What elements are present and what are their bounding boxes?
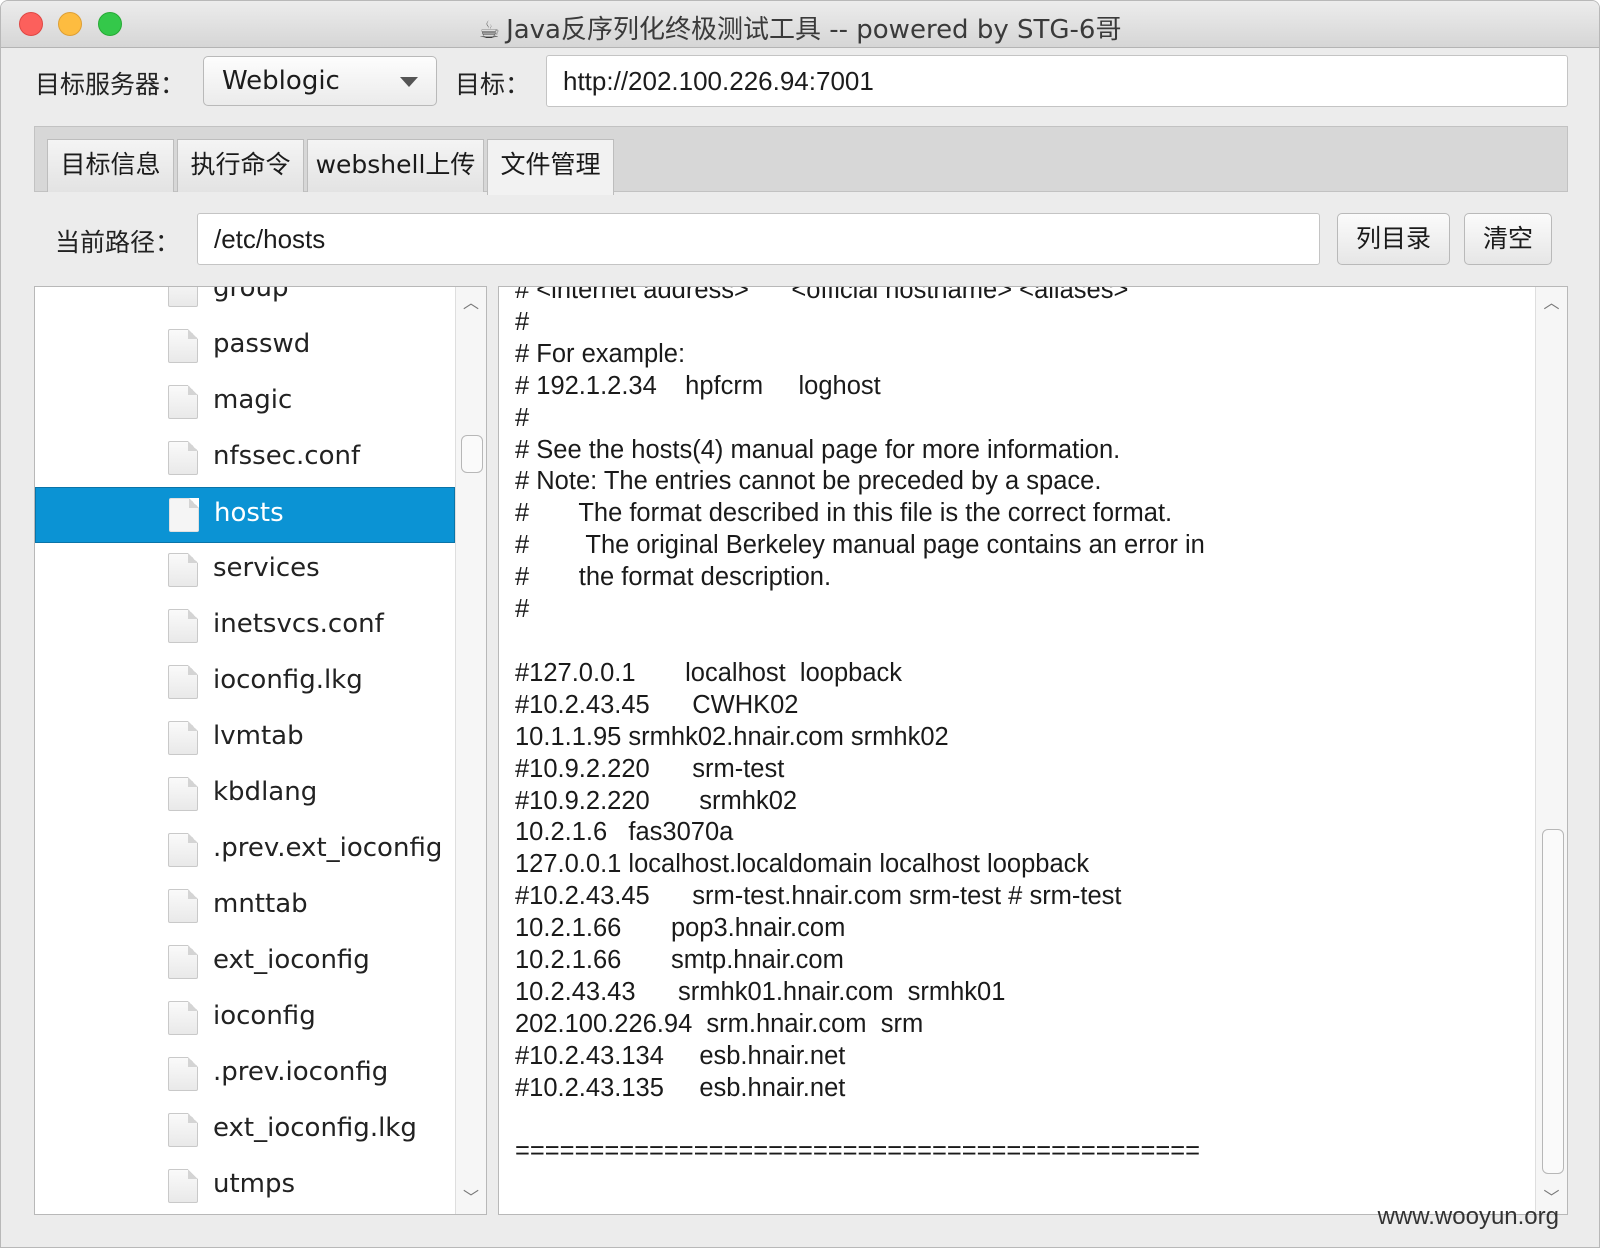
file-list-item[interactable]: .prev.ext_ioconfig	[35, 823, 455, 879]
tab-file-manager[interactable]: 文件管理	[487, 139, 614, 195]
scroll-down-arrow-icon[interactable]: ﹀	[456, 1184, 486, 1208]
file-name: ioconfig.lkg	[213, 665, 363, 695]
file-list-item[interactable]: lvmtab	[35, 711, 455, 767]
clear-button[interactable]: 清空	[1464, 213, 1552, 265]
file-name: hosts	[214, 498, 284, 528]
watermark-text: www.wooyun.org	[1377, 1203, 1559, 1230]
file-icon	[168, 441, 198, 475]
file-list-item[interactable]: hosts	[35, 487, 455, 543]
tab-bar: 目标信息 执行命令 webshell上传 文件管理	[34, 126, 1568, 195]
scroll-up-arrow-icon[interactable]: ︿	[456, 289, 486, 313]
server-label: 目标服务器：	[35, 70, 186, 99]
file-name: inetsvcs.conf	[213, 609, 384, 639]
file-icon	[168, 777, 198, 811]
file-name: utmps	[213, 1169, 296, 1199]
file-list-item[interactable]: nfssec.conf	[35, 431, 455, 487]
current-path-input[interactable]	[197, 213, 1320, 265]
file-name: services	[213, 553, 320, 583]
file-icon	[168, 889, 198, 923]
file-list-item[interactable]: ioconfig	[35, 991, 455, 1047]
file-name: passwd	[213, 329, 311, 359]
chevron-down-icon	[400, 77, 418, 87]
file-list[interactable]: group passwd magic nfssec.conf hosts services…	[34, 286, 487, 1215]
content-scroll-thumb[interactable]	[1542, 829, 1564, 1174]
file-list-item[interactable]: magic	[35, 375, 455, 431]
file-list-item[interactable]: ext_ioconfig.lkg	[35, 1103, 455, 1159]
file-icon	[168, 329, 198, 363]
file-list-item[interactable]: inetsvcs.conf	[35, 599, 455, 655]
list-directory-button[interactable]: 列目录	[1337, 213, 1450, 265]
coffee-cup-icon: ☕	[478, 16, 501, 44]
file-list-item[interactable]: ext_ioconfig	[35, 935, 455, 991]
file-name: group	[213, 286, 289, 303]
file-list-item[interactable]: passwd	[35, 319, 455, 375]
file-icon	[168, 1001, 198, 1035]
file-content-area[interactable]: # <internet address> <official hostname>…	[498, 286, 1568, 1215]
file-list-scrollbar[interactable]: ︿ ﹀	[455, 287, 486, 1214]
target-url-input[interactable]	[546, 55, 1568, 107]
scroll-up-arrow-icon[interactable]: ︿	[1536, 289, 1567, 313]
file-icon	[168, 385, 198, 419]
file-list-item[interactable]: services	[35, 543, 455, 599]
server-select-value: Weblogic	[222, 66, 340, 96]
file-icon	[168, 1057, 198, 1091]
file-name: ext_ioconfig	[213, 945, 370, 975]
file-name: kbdlang	[213, 777, 318, 807]
file-icon	[168, 665, 198, 699]
file-name: ext_ioconfig.lkg	[213, 1113, 417, 1143]
file-icon	[168, 1113, 198, 1147]
file-name: nfssec.conf	[213, 441, 361, 471]
file-icon	[168, 1169, 198, 1203]
file-icon	[169, 498, 199, 532]
file-name: lvmtab	[213, 721, 304, 751]
app-window: ☕ Java反序列化终极测试工具 -- powered by STG-6哥 目标服…	[0, 0, 1600, 1248]
window-title: ☕ Java反序列化终极测试工具 -- powered by STG-6哥	[1, 9, 1599, 46]
file-list-item[interactable]: ioconfig.lkg	[35, 655, 455, 711]
file-name: .prev.ext_ioconfig	[213, 833, 443, 863]
file-content-text[interactable]: # <internet address> <official hostname>…	[515, 287, 1205, 1168]
file-icon	[168, 833, 198, 867]
window-title-text: Java反序列化终极测试工具 -- powered by STG-6哥	[506, 15, 1122, 45]
file-list-item[interactable]: .prev.ioconfig	[35, 1047, 455, 1103]
file-icon	[168, 553, 198, 587]
target-label: 目标：	[455, 70, 531, 99]
title-bar: ☕ Java反序列化终极测试工具 -- powered by STG-6哥	[1, 1, 1599, 48]
file-list-item[interactable]: kbdlang	[35, 767, 455, 823]
file-name: mnttab	[213, 889, 308, 919]
file-list-item[interactable]: utmps	[35, 1159, 455, 1214]
file-icon	[168, 721, 198, 755]
file-list-item[interactable]: group	[35, 286, 455, 319]
tab-execute-command[interactable]: 执行命令	[177, 139, 304, 192]
file-name: .prev.ioconfig	[213, 1057, 389, 1087]
content-scrollbar[interactable]: ︿ ﹀	[1535, 287, 1567, 1214]
current-path-label: 当前路径：	[55, 228, 181, 257]
file-name: magic	[213, 385, 293, 415]
file-icon	[168, 609, 198, 643]
tab-webshell-upload[interactable]: webshell上传	[307, 139, 484, 192]
file-icon	[168, 945, 198, 979]
file-list-scroll-thumb[interactable]	[461, 435, 483, 473]
file-name: ioconfig	[213, 1001, 316, 1031]
file-list-item[interactable]: mnttab	[35, 879, 455, 935]
server-select[interactable]: Weblogic	[203, 56, 437, 106]
tab-target-info[interactable]: 目标信息	[47, 139, 174, 192]
file-icon	[168, 287, 198, 307]
